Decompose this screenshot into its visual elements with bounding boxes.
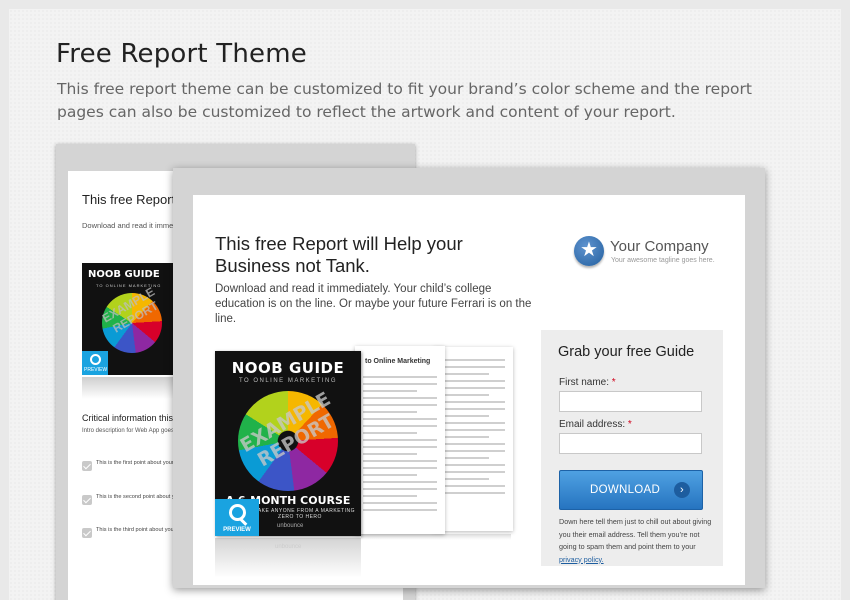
signup-form: Grab your free Guide First name: * Email…: [541, 330, 723, 566]
required-mark: *: [627, 419, 632, 430]
report-page-back: [433, 347, 513, 531]
magnifier-icon: [229, 504, 246, 521]
back-book-title: NOOB GUIDE: [88, 269, 160, 280]
book-cover: NOOB GUIDE TO ONLINE MARKETING EXAMPLE R…: [215, 351, 361, 536]
landing-subheadline: Download and read it immediately. Your c…: [215, 283, 532, 325]
form-title: Grab your free Guide: [558, 344, 695, 360]
preview-label: PREVIEW: [223, 527, 251, 533]
landing-page-preview: This free Report will Help your Business…: [173, 168, 765, 588]
page-description: This free report theme can be customized…: [57, 80, 752, 121]
check-icon: [82, 461, 92, 471]
report-page-title: to Online Marketing: [365, 358, 431, 365]
email-input[interactable]: [559, 433, 702, 454]
company-name: Your Company: [610, 238, 709, 255]
document-shadow: [361, 534, 511, 540]
page-title: Free Report Theme: [56, 39, 307, 69]
book-brand: unbounce: [277, 523, 304, 529]
first-name-label: First name: *: [559, 377, 616, 388]
landing-headline: This free Report will Help your Business…: [215, 233, 463, 276]
back-book-cover: NOOB GUIDE TO ONLINE MARKETING EXAMPLE R…: [82, 263, 178, 375]
reflection-brand: unbounce: [275, 544, 302, 550]
back-preview-label: PREVIEW: [84, 367, 108, 373]
book-title: NOOB GUIDE: [231, 359, 345, 377]
privacy-policy-link[interactable]: privacy policy.: [559, 555, 604, 564]
landing-page-content: This free Report will Help your Business…: [193, 195, 745, 585]
back-book-reflection: [82, 377, 178, 399]
email-label: Email address: *: [559, 419, 632, 430]
arrow-right-icon: ›: [674, 482, 690, 498]
report-page-front: to Online Marketing: [355, 346, 445, 534]
download-button[interactable]: DOWNLOAD ›: [559, 470, 703, 510]
back-preview-button[interactable]: PREVIEW: [82, 351, 108, 375]
star-icon: ★: [574, 236, 604, 266]
book-reflection: unbounce: [215, 538, 361, 578]
download-label: DOWNLOAD: [590, 484, 661, 496]
company-tagline: Your awesome tagline goes here.: [611, 257, 715, 264]
check-icon: [82, 528, 92, 538]
magnifier-icon: [90, 354, 101, 365]
check-icon: [82, 495, 92, 505]
showcase-background: Free Report Theme This free report theme…: [9, 9, 841, 600]
first-name-input[interactable]: [559, 391, 702, 412]
form-note: Down here tell them just to chill out ab…: [559, 517, 712, 564]
preview-button[interactable]: PREVIEW: [215, 499, 259, 536]
required-mark: *: [611, 377, 616, 388]
